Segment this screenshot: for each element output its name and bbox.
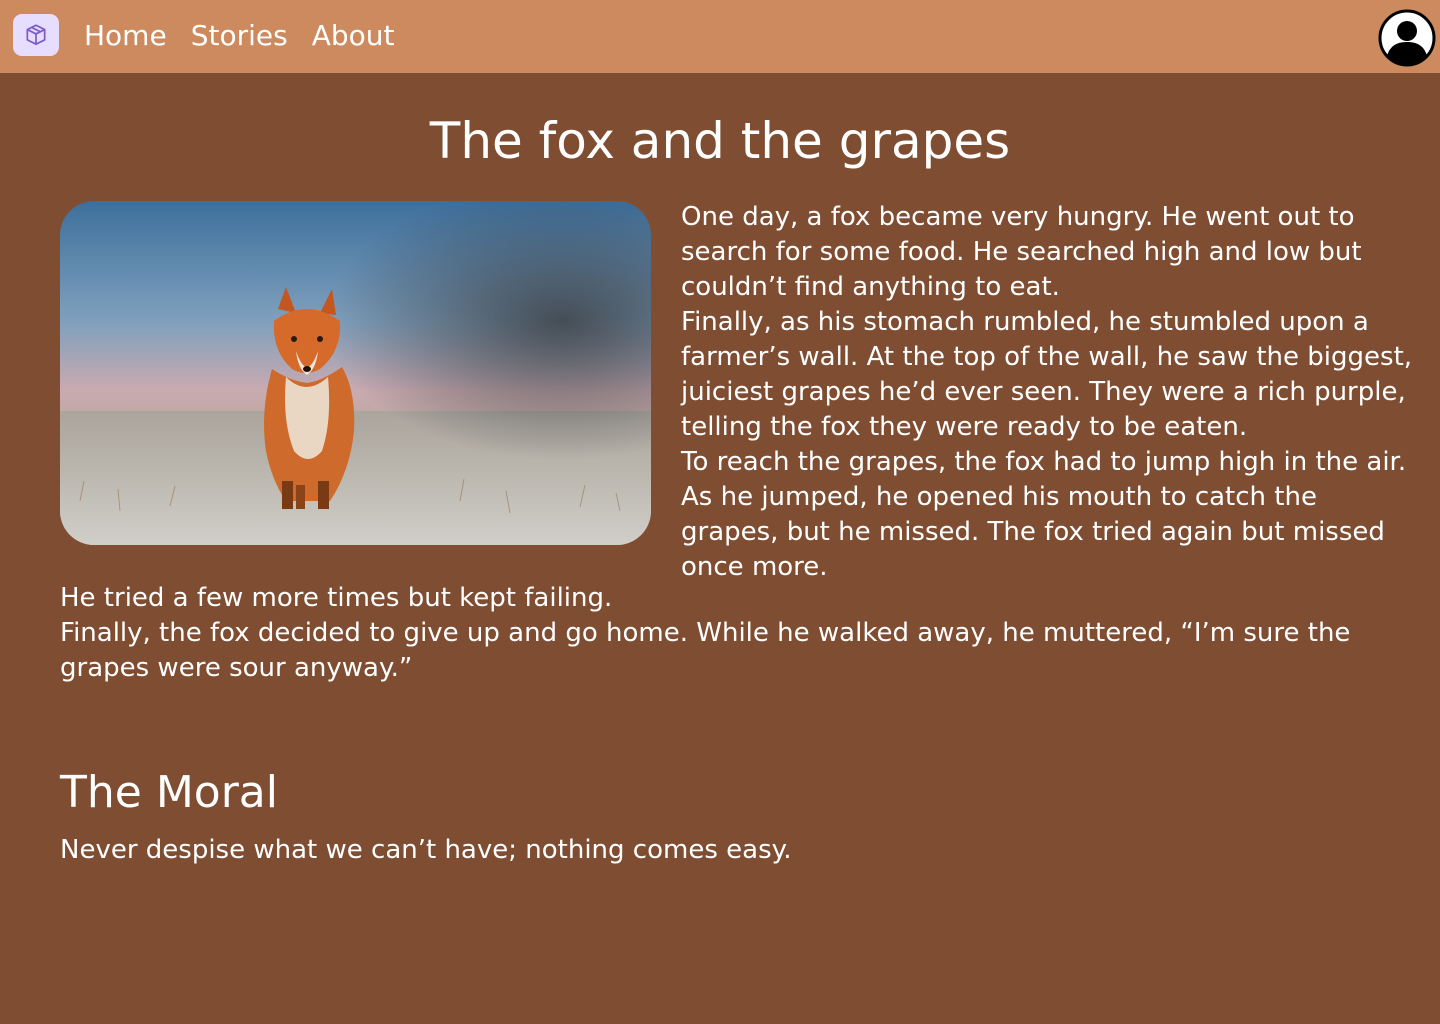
moral-text: Never despise what we can’t have; nothin… xyxy=(60,835,792,865)
user-circle-icon[interactable] xyxy=(1378,9,1436,67)
story-text-below-image: He tried a few more times but kept faili… xyxy=(60,581,1430,686)
story-paragraph: Finally, the fox decided to give up and … xyxy=(60,618,1351,683)
logo-button[interactable] xyxy=(13,14,59,56)
story-paragraph: Finally, as his stomach rumbled, he stum… xyxy=(681,307,1413,442)
cube-icon xyxy=(26,24,46,46)
story-text-beside-image: One day, a fox became very hungry. He we… xyxy=(681,200,1421,585)
nav-link-home[interactable]: Home xyxy=(84,17,167,55)
moral-heading: The Moral xyxy=(60,767,278,818)
nav-links: Home Stories About xyxy=(84,17,394,55)
story-paragraph: One day, a fox became very hungry. He we… xyxy=(681,202,1362,302)
story-paragraph: To reach the grapes, the fox had to jump… xyxy=(681,447,1407,582)
story-title: The fox and the grapes xyxy=(429,112,1011,170)
nav-link-stories[interactable]: Stories xyxy=(191,17,288,55)
top-navbar: Home Stories About xyxy=(0,0,1440,73)
fox-photo xyxy=(60,201,651,545)
story-paragraph: He tried a few more times but kept faili… xyxy=(60,583,613,613)
nav-link-about[interactable]: About xyxy=(312,17,395,55)
